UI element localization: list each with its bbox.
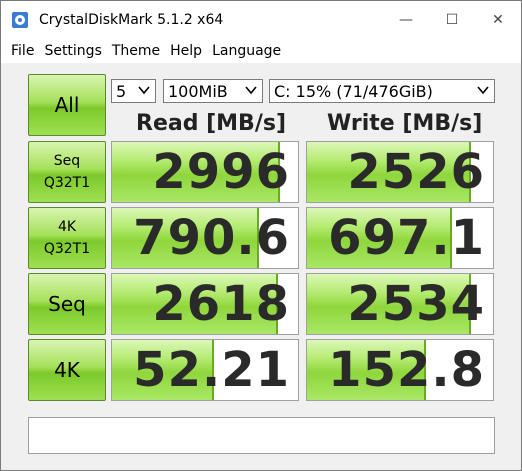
test-label: 4K Q32T1 [44, 216, 90, 260]
test-label-line1: 4K [57, 219, 77, 235]
write-header: Write [MB/s] [327, 111, 483, 136]
seq-button[interactable]: Seq [28, 273, 106, 335]
write-result-cell: 2526 [306, 141, 494, 203]
write-result-cell: 697.1 [306, 207, 494, 269]
maximize-button[interactable]: ☐ [429, 1, 475, 39]
write-result-cell: 152.8 [306, 339, 494, 401]
window-title: CrystalDiskMark 5.1.2 x64 [39, 12, 224, 28]
minimize-icon: — [399, 12, 413, 28]
4k-q32t1-button[interactable]: 4K Q32T1 [28, 207, 106, 269]
read-result-cell: 2996 [111, 141, 299, 203]
app-window: CrystalDiskMark 5.1.2 x64 — ☐ ✕ File Set… [0, 0, 522, 471]
menu-settings[interactable]: Settings [39, 43, 106, 59]
write-value: 2534 [347, 276, 485, 332]
4k-button[interactable]: 4K [28, 339, 106, 401]
test-size-value: 100MiB [168, 81, 228, 101]
maximize-icon: ☐ [445, 12, 459, 28]
minimize-button[interactable]: — [383, 1, 429, 39]
seq-q32t1-button[interactable]: Seq Q32T1 [28, 141, 106, 203]
test-label-line2: Q32T1 [43, 175, 91, 191]
menu-bar: File Settings Theme Help Language [1, 39, 521, 63]
main-panel: All 5 100MiB C: 15% (71/476GiB) Read [MB… [1, 63, 521, 470]
menu-theme[interactable]: Theme [107, 43, 165, 59]
test-label: Seq [48, 292, 86, 316]
read-value: 52.21 [133, 342, 290, 398]
chevron-down-icon [477, 86, 489, 95]
drive-value: C: 15% (71/476GiB) [274, 81, 433, 101]
test-size-select[interactable]: 100MiB [163, 79, 263, 103]
read-value: 790.6 [133, 210, 290, 266]
write-value: 152.8 [328, 342, 485, 398]
read-header: Read [MB/s] [136, 111, 287, 136]
all-button[interactable]: All [28, 74, 106, 136]
chevron-down-icon [138, 86, 150, 95]
read-value: 2996 [152, 144, 290, 200]
app-icon [12, 12, 28, 28]
test-label: 4K [54, 358, 80, 382]
read-result-cell: 790.6 [111, 207, 299, 269]
menu-file[interactable]: File [1, 43, 39, 59]
write-value: 2526 [347, 144, 485, 200]
test-count-select[interactable]: 5 [111, 79, 156, 103]
write-result-cell: 2534 [306, 273, 494, 335]
read-value: 2618 [152, 276, 290, 332]
title-bar[interactable]: CrystalDiskMark 5.1.2 x64 — ☐ ✕ [1, 1, 521, 39]
test-label-line2: Q32T1 [43, 241, 91, 257]
read-result-cell: 2618 [111, 273, 299, 335]
menu-help[interactable]: Help [165, 43, 207, 59]
test-count-value: 5 [116, 81, 127, 101]
chevron-down-icon [245, 86, 257, 95]
write-value: 697.1 [328, 210, 485, 266]
drive-select[interactable]: C: 15% (71/476GiB) [269, 79, 495, 103]
menu-language[interactable]: Language [207, 43, 286, 59]
test-label-line1: Seq [53, 153, 81, 169]
test-label: Seq Q32T1 [44, 150, 90, 194]
read-result-cell: 52.21 [111, 339, 299, 401]
close-icon: ✕ [492, 12, 504, 28]
comment-field[interactable] [28, 417, 495, 454]
close-button[interactable]: ✕ [475, 1, 521, 39]
